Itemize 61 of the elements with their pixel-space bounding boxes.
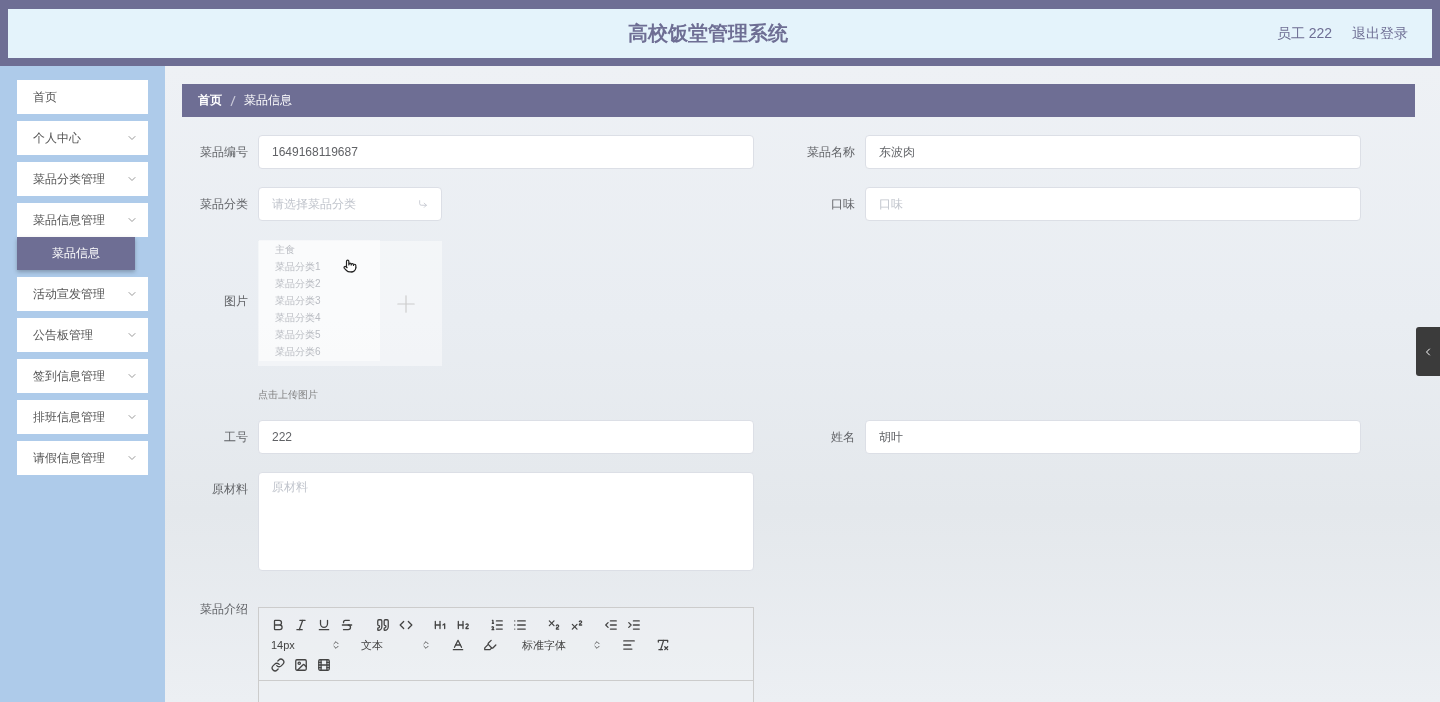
- ordered-list-icon[interactable]: [490, 618, 504, 632]
- sidebar-item[interactable]: 菜品分类管理: [17, 162, 148, 196]
- indent-decrease-icon[interactable]: [604, 618, 618, 632]
- field-label: 口味: [830, 196, 855, 213]
- field-label: 姓名: [830, 429, 855, 446]
- sidebar-item[interactable]: 活动宣发管理: [17, 277, 148, 311]
- superscript-icon[interactable]: [570, 618, 584, 632]
- field-label: 工号: [223, 429, 248, 446]
- breadcrumb-item: 菜品信息: [244, 92, 292, 109]
- indent-increase-icon[interactable]: [627, 618, 641, 632]
- field-label: 图片: [223, 293, 248, 310]
- sidebar-item[interactable]: 首页: [17, 80, 148, 114]
- film-icon[interactable]: [317, 658, 331, 672]
- code-icon[interactable]: [399, 618, 413, 632]
- updown-icon: [592, 640, 602, 650]
- align-icon[interactable]: [622, 638, 636, 652]
- logout-link[interactable]: 退出登录: [1352, 24, 1408, 43]
- separator-icon: [230, 95, 236, 106]
- input-field[interactable]: 1649168119687: [258, 135, 754, 169]
- heading-1-icon[interactable]: [433, 618, 447, 632]
- bullet-list-icon[interactable]: [513, 618, 527, 632]
- upload-hint: 点击上传图片: [258, 388, 319, 402]
- sidebar-item[interactable]: 菜品信息管理: [17, 203, 148, 237]
- sidebar-subitem[interactable]: 菜品信息: [17, 237, 135, 270]
- font-size-select[interactable]: 14px: [271, 639, 341, 651]
- bold-icon[interactable]: [271, 618, 285, 632]
- updown-icon: [331, 640, 341, 650]
- clear-format-icon[interactable]: [656, 638, 670, 652]
- user-name: 员工 222: [1276, 24, 1332, 43]
- quote-icon[interactable]: [376, 618, 390, 632]
- app-title: 高校饭堂管理系统: [628, 21, 788, 46]
- font-family-select[interactable]: 标准字体: [522, 637, 602, 653]
- sidebar-item[interactable]: 公告板管理: [17, 318, 148, 352]
- arrow-icon: [418, 199, 428, 209]
- subscript-icon[interactable]: [547, 618, 561, 632]
- image-icon[interactable]: [294, 658, 308, 672]
- text-color-icon[interactable]: [451, 638, 465, 652]
- rich-text-editor[interactable]: 14px 文本 标准字体: [258, 607, 754, 702]
- highlight-icon[interactable]: [483, 638, 497, 652]
- input-field[interactable]: 222: [258, 420, 754, 454]
- side-toggle-button[interactable]: [1416, 327, 1440, 376]
- underline-icon[interactable]: [317, 618, 331, 632]
- input-field[interactable]: 胡叶: [865, 420, 1361, 454]
- updown-icon: [421, 640, 431, 650]
- field-label: 菜品分类: [199, 196, 248, 213]
- link-icon[interactable]: [271, 658, 285, 672]
- format-select[interactable]: 文本: [361, 637, 431, 653]
- breadcrumb-item[interactable]: 首页: [198, 92, 222, 109]
- strikethrough-icon[interactable]: [340, 618, 354, 632]
- sidebar-item[interactable]: 签到信息管理: [17, 359, 148, 393]
- field-label: 菜品介绍: [199, 601, 248, 617]
- italic-icon[interactable]: [294, 618, 308, 632]
- input-field[interactable]: 东波肉: [865, 135, 1361, 169]
- field-label: 菜品编号: [199, 144, 248, 161]
- heading-2-icon[interactable]: [456, 618, 470, 632]
- field-label: 菜品名称: [806, 144, 855, 161]
- sidebar-item[interactable]: 请假信息管理: [17, 441, 148, 475]
- sidebar-item[interactable]: 个人中心: [17, 121, 148, 155]
- field-label: 原材料: [211, 481, 248, 498]
- sidebar-item[interactable]: 排班信息管理: [17, 400, 148, 434]
- pointer-icon: [343, 259, 357, 273]
